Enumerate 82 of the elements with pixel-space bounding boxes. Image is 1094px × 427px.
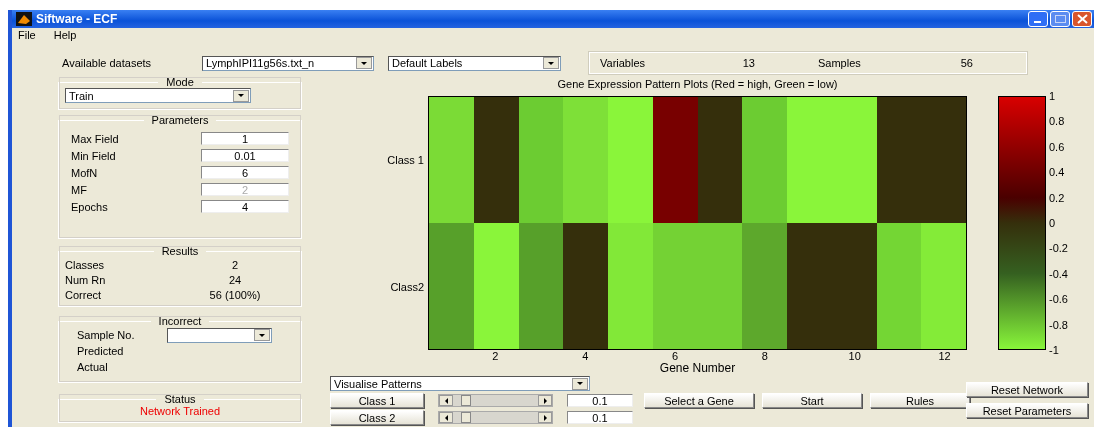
result-label: Classes <box>65 258 106 271</box>
window-title: Siftware - ECF <box>36 12 118 26</box>
dropdown[interactable]: Visualise Patterns <box>330 376 590 391</box>
tick-label: 8 <box>761 350 768 362</box>
result-value: 2 <box>230 258 240 271</box>
tick-label: -0.4 <box>1049 267 1068 280</box>
slider[interactable] <box>438 411 553 424</box>
param-label: Max Field <box>70 132 120 145</box>
status-message: Network Trained <box>139 405 221 417</box>
result-value: 56 (100%) <box>208 288 262 301</box>
tick-label: -0.6 <box>1049 293 1068 306</box>
class-button[interactable]: Class 2 <box>330 410 424 425</box>
tick-label: 0.8 <box>1049 115 1066 128</box>
field-label: Predicted <box>77 345 124 357</box>
dropdown[interactable]: LymphIPI11g56s.txt_n <box>202 55 374 71</box>
tick-label: 0.2 <box>1049 191 1066 204</box>
reset-button[interactable]: Reset Network <box>966 382 1088 397</box>
minimize-icon[interactable] <box>1028 11 1048 27</box>
tick-label: 0 <box>1049 216 1057 229</box>
action-button[interactable]: Rules <box>870 393 970 408</box>
info-label: Variables <box>599 57 647 69</box>
tick-label: 6 <box>671 350 679 362</box>
panel-title: Incorrect <box>157 315 203 327</box>
chart-title: Gene Expression Pattern Plots (Red = high, Green = low) <box>556 78 839 92</box>
close-icon[interactable] <box>1072 11 1092 27</box>
row-label: Class2 <box>390 280 424 293</box>
caret-icon <box>576 381 584 386</box>
param-field[interactable]: 1 <box>201 132 289 145</box>
caret-icon <box>258 332 266 338</box>
caret-icon <box>547 60 555 66</box>
axis-title: Gene Number <box>658 362 737 374</box>
slider[interactable] <box>438 394 553 407</box>
param-field[interactable]: 6 <box>201 166 289 179</box>
param-field[interactable]: 4 <box>201 200 289 213</box>
right-arrow-icon <box>542 397 548 404</box>
result-label: Correct <box>65 288 103 301</box>
field-label: Actual <box>77 361 108 373</box>
tick-label: 12 <box>938 350 951 362</box>
tick-label: 10 <box>848 350 861 362</box>
value-field[interactable]: 0.1 <box>567 394 633 407</box>
left-arrow-icon <box>443 397 449 404</box>
param-label: MF <box>70 183 88 196</box>
param-label: MofN <box>70 166 99 179</box>
panel-title: Parameters <box>150 114 210 126</box>
menu-item[interactable]: Help <box>53 29 77 41</box>
param-label: Epochs <box>70 200 109 213</box>
row-label: Class 1 <box>387 153 424 166</box>
info-label: Samples <box>817 57 862 69</box>
panel-title: Results <box>160 245 200 257</box>
info-value: 13 <box>741 57 756 69</box>
tick-label: 1 <box>1049 90 1057 102</box>
result-value: 24 <box>227 273 243 286</box>
param-field[interactable]: 0.01 <box>201 149 289 162</box>
tick-label: 0.4 <box>1049 166 1066 179</box>
field-label: Available datasets <box>62 57 153 69</box>
caret-icon <box>237 93 245 98</box>
right-arrow-icon <box>542 414 548 421</box>
reset-button[interactable]: Reset Parameters <box>966 403 1088 418</box>
tick-label: 4 <box>582 350 589 362</box>
panel-title: Mode <box>165 76 195 88</box>
field-label: Sample No. <box>77 329 136 341</box>
result-label: Num Rn <box>65 273 107 286</box>
dropdown[interactable]: Train <box>65 88 251 103</box>
tick-label: 2 <box>492 350 499 362</box>
info-value: 56 <box>959 57 974 69</box>
tick-label: -1 <box>1049 343 1060 356</box>
action-button[interactable]: Start <box>762 393 862 408</box>
action-button[interactable]: Select a Gene <box>644 393 754 408</box>
menu-item[interactable]: File <box>18 29 36 41</box>
tick-label: -0.8 <box>1049 318 1068 331</box>
caret-icon <box>360 60 368 66</box>
dropdown[interactable] <box>167 327 272 343</box>
app-icon <box>16 12 32 26</box>
param-label: Min Field <box>70 149 117 162</box>
value-field[interactable]: 0.1 <box>567 411 633 424</box>
panel-title: Status <box>163 393 197 405</box>
class-button[interactable]: Class 1 <box>330 393 424 408</box>
tick-label: -0.2 <box>1049 242 1068 255</box>
maximize-icon[interactable] <box>1050 11 1070 27</box>
tick-label: 0.6 <box>1049 140 1066 153</box>
dropdown[interactable]: Default Labels <box>388 55 561 71</box>
left-arrow-icon <box>443 414 449 421</box>
